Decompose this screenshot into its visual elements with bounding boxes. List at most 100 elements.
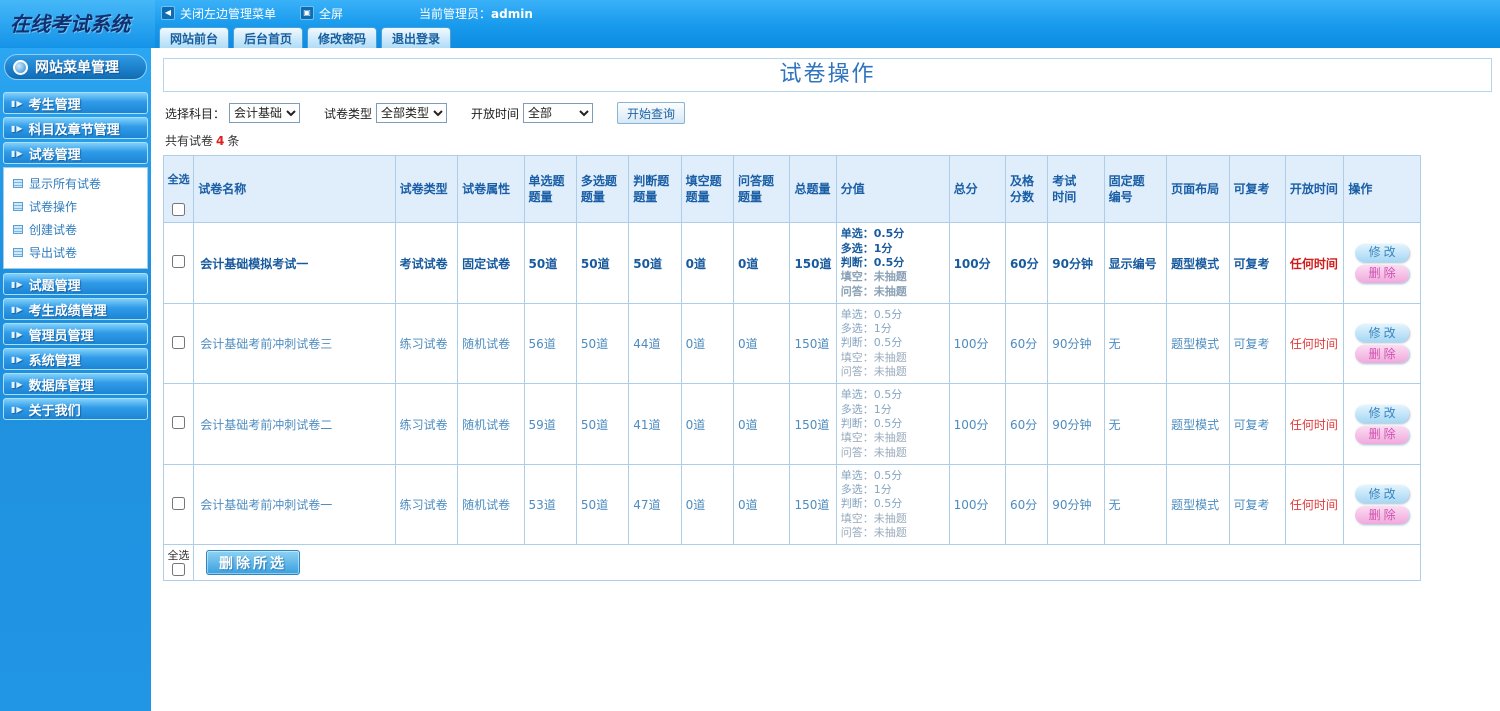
page-title: 试卷操作 (163, 58, 1492, 92)
operations-cell: 修改 删除 (1343, 463, 1421, 546)
row-checkbox[interactable] (172, 416, 186, 430)
tab-site-front[interactable]: 网站前台 (159, 27, 230, 48)
row-checkbox[interactable] (172, 335, 186, 349)
menu-arrow-icon: ▮▶ (11, 148, 24, 158)
open-time-cell: 任何时间 (1284, 383, 1345, 465)
submenu-item-paper-operations[interactable]: 试卷操作 (4, 195, 147, 218)
fullscreen-button[interactable]: ▣ 全屏 (300, 5, 343, 22)
th-exam-time: 考试 时间 (1047, 154, 1105, 224)
tab-change-password[interactable]: 修改密码 (307, 27, 378, 48)
page-layout-cell: 题型模式 (1166, 222, 1230, 304)
sidebar-item-paper-mgmt[interactable]: ▮▶ 试卷管理 (3, 142, 148, 164)
paper-attr-cell: 随机试卷 (457, 383, 525, 465)
paper-name-cell: 会计基础考前冲刺试卷一 (193, 463, 396, 546)
list-icon (13, 202, 23, 211)
submenu-item-create-paper[interactable]: 创建试卷 (4, 218, 147, 241)
multi-count-cell: 50道 (575, 463, 630, 546)
sidebar-item-label: 考生成绩管理 (28, 303, 107, 319)
list-icon (13, 225, 23, 234)
submenu-item-label: 显示所有试卷 (29, 177, 102, 191)
table-footer: 全选 删除所选 (163, 545, 1421, 582)
fixed-number-cell: 无 (1103, 383, 1168, 465)
sidebar-item-about-us[interactable]: ▮▶ 关于我们 (3, 398, 148, 420)
delete-button[interactable]: 删除 (1355, 425, 1410, 444)
sidebar-item-label: 系统管理 (28, 353, 81, 369)
th-pass-score: 及格 分数 (1004, 154, 1049, 224)
th-judge-count: 判断题 题量 (628, 154, 682, 224)
fixed-number-cell: 无 (1103, 463, 1168, 546)
row-checkbox[interactable] (172, 255, 186, 269)
submenu-item-label: 创建试卷 (29, 223, 78, 237)
th-paper-name: 试卷名称 (193, 154, 396, 224)
submenu-item-export-paper[interactable]: 导出试卷 (4, 241, 147, 264)
select-all-label: 全选 (167, 172, 190, 186)
query-button[interactable]: 开始查询 (617, 102, 686, 124)
open-time-select[interactable]: 全部 (523, 103, 594, 123)
fullscreen-icon: ▣ (300, 6, 315, 20)
sidebar-item-label: 科目及章节管理 (28, 122, 120, 138)
paper-mgmt-submenu: 显示所有试卷 试卷操作 创建试卷 导出试卷 (3, 167, 148, 269)
th-paper-type: 试卷类型 (394, 154, 459, 224)
fixed-number-cell: 显示编号 (1103, 222, 1168, 304)
select-all-checkbox[interactable] (172, 202, 186, 216)
th-retake: 可复考 (1228, 154, 1286, 224)
edit-button[interactable]: 修改 (1355, 404, 1410, 423)
admin-prefix: 当前管理员： (419, 6, 492, 21)
delete-button[interactable]: 删除 (1355, 264, 1410, 283)
submenu-item-show-all-papers[interactable]: 显示所有试卷 (4, 172, 147, 195)
fixed-number-cell: 无 (1103, 302, 1168, 385)
th-score-setting: 分值 (835, 154, 950, 224)
sidebar-item-admin-mgmt[interactable]: ▮▶ 管理员管理 (3, 323, 148, 345)
th-open-time: 开放时间 (1284, 154, 1345, 224)
retake-cell: 可复考 (1228, 302, 1286, 385)
page-layout-cell: 题型模式 (1166, 463, 1230, 546)
multi-count-cell: 50道 (575, 222, 630, 304)
table-row: 会计基础模拟考试一 考试试卷 固定试卷 50道 50道 50道 0道 0道 15… (162, 222, 1421, 304)
pass-score-cell: 60分 (1004, 463, 1049, 546)
footer-select-all-checkbox[interactable] (172, 562, 185, 576)
paper-type-select[interactable]: 全部类型 (376, 103, 448, 123)
sidebar-item-subject-chapter-mgmt[interactable]: ▮▶ 科目及章节管理 (3, 117, 148, 139)
toggle-left-menu-button[interactable]: ◀ 关闭左边管理菜单 (161, 5, 276, 22)
delete-button[interactable]: 删除 (1355, 345, 1410, 364)
sidebar-item-examinee-mgmt[interactable]: ▮▶ 考生管理 (3, 92, 148, 114)
edit-button[interactable]: 修改 (1355, 243, 1410, 262)
open-time-cell: 任何时间 (1284, 222, 1345, 304)
judge-count-cell: 41道 (628, 383, 682, 465)
submenu-item-label: 导出试卷 (29, 246, 78, 260)
score-setting-cell: 单选：0.5分 多选：1分 判断：0.5分 填空：未抽题 问答：未抽题 (835, 222, 950, 304)
table-row: 会计基础考前冲刺试卷三 练习试卷 随机试卷 56道 50道 44道 0道 0道 … (162, 302, 1421, 385)
total-count-cell: 150道 (789, 302, 837, 385)
sidebar-item-question-mgmt[interactable]: ▮▶ 试题管理 (3, 273, 148, 295)
menu-arrow-icon: ▮▶ (11, 98, 24, 108)
sidebar-item-database-mgmt[interactable]: ▮▶ 数据库管理 (3, 373, 148, 395)
total-count-cell: 150道 (789, 222, 837, 304)
sidebar-item-system-mgmt[interactable]: ▮▶ 系统管理 (3, 348, 148, 370)
top-tabs: 网站前台 后台首页 修改密码 退出登录 (155, 26, 1500, 48)
edit-button[interactable]: 修改 (1355, 324, 1410, 343)
blank-count-cell: 0道 (680, 383, 735, 465)
type-filter-label: 试卷类型 (324, 106, 373, 121)
menu-arrow-icon: ▮▶ (11, 379, 24, 389)
edit-button[interactable]: 修改 (1355, 485, 1410, 504)
th-single-count: 单选题 题量 (523, 154, 577, 224)
subject-select[interactable]: 会计基础 (229, 103, 301, 123)
qa-count-cell: 0道 (733, 383, 791, 465)
blank-count-cell: 0道 (680, 463, 735, 546)
content-area: 试卷操作 选择科目： 会计基础 试卷类型 全部类型 开放时间 全部 开始查询 共… (155, 48, 1500, 711)
single-count-cell: 56道 (523, 302, 577, 385)
tab-admin-home[interactable]: 后台首页 (233, 27, 304, 48)
summary-suffix: 条 (227, 134, 240, 148)
delete-selected-button[interactable]: 删除所选 (206, 550, 300, 576)
row-checkbox[interactable] (172, 496, 186, 510)
app-window: 在线考试系统 ◀ 关闭左边管理菜单 ▣ 全屏 当前管理员：admin 网站前台 … (0, 0, 1500, 711)
tab-logout[interactable]: 退出登录 (381, 27, 452, 48)
sidebar-item-score-mgmt[interactable]: ▮▶ 考生成绩管理 (3, 298, 148, 320)
fullscreen-label: 全屏 (319, 6, 344, 21)
delete-button[interactable]: 删除 (1355, 506, 1410, 525)
retake-cell: 可复考 (1228, 222, 1286, 304)
toggle-left-menu-label: 关闭左边管理菜单 (180, 6, 277, 21)
app-logo: 在线考试系统 (0, 0, 155, 48)
page-layout-cell: 题型模式 (1166, 383, 1230, 465)
pass-score-cell: 60分 (1004, 302, 1049, 385)
